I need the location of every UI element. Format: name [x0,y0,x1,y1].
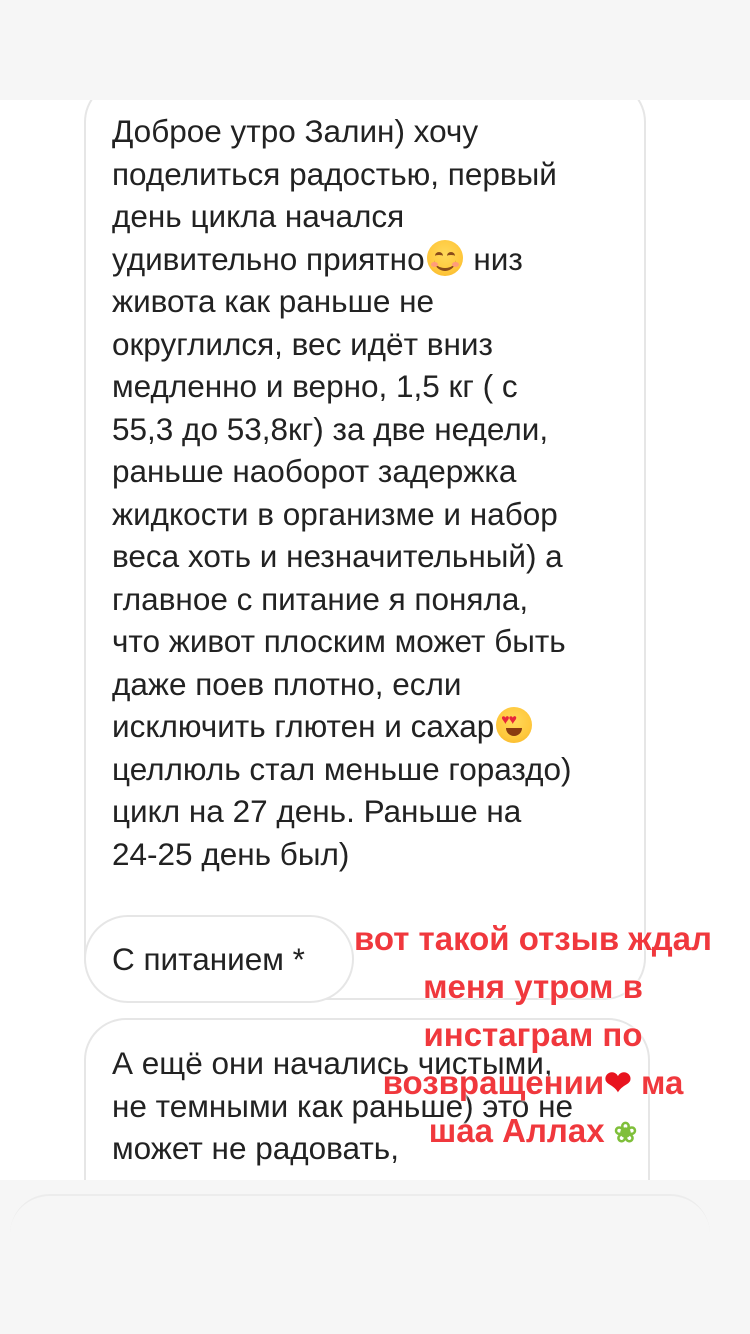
chat-screen: Доброе утро Залин) хочу поделиться радос… [0,100,750,1180]
caption-line: меня утром в [423,968,643,1005]
herb-icon: ❀ [613,1117,638,1148]
message-line: целлюль стал меньше гораздо) [112,750,572,787]
message-bubble[interactable]: С питанием * [84,915,354,1003]
message-line: день цикла начался [112,198,405,234]
caption-text: шаа Аллах [428,1112,605,1149]
message-line: исключить глютен и сахар [112,705,618,748]
message-line: удивительно приятно низ [112,238,618,281]
caption-line: возвращении❤ ма [328,1059,738,1107]
message-line: округлился, вес идёт вниз [112,325,493,362]
caption-line: инстаграм по [423,1016,643,1053]
message-text: С питанием * [112,941,305,977]
message-text: исключить глютен и сахар [112,708,495,744]
message-line: раньше наоборот задержка [112,453,517,489]
message-line: 24-25 день был) [112,835,350,872]
message-line: даже поев плотно, если [112,665,462,702]
message-line: 55,3 до 53,8кг) за две недели, [112,410,549,447]
message-line: цикл на 27 день. Раньше на [112,793,522,829]
message-line: главное с питание я поняла, [112,580,529,617]
message-line: живота как раньше не [112,283,435,319]
caption-text: ма [640,1064,684,1101]
red-heart-icon: ❤ [604,1064,632,1101]
message-line: Доброе утро Залин) хочу [112,113,479,149]
message-line: медленно и верно, 1,5 кг ( с [112,368,518,404]
message-bubble[interactable]: Доброе утро Залин) хочу поделиться радос… [84,100,646,1000]
message-text: удивительно приятно [112,240,425,277]
message-line: веса хоть и незначительный) а [112,538,563,574]
smiling-face-icon [426,239,463,276]
message-line: поделиться радостью, первый [112,155,557,192]
message-text: низ [473,240,523,277]
message-line: что живот плоским может быть [112,623,566,659]
story-caption: вот такой отзыв ждал меня утром в инстаг… [328,915,738,1157]
caption-line: шаа Аллах ❀ [328,1107,738,1157]
caption-line: вот такой отзыв ждал [354,920,712,957]
heart-eyes-face-icon [496,707,533,743]
caption-text: возвращении [382,1064,605,1101]
message-line: жидкости в организме и набор [112,495,558,532]
bottom-sheet-edge [10,1194,710,1236]
